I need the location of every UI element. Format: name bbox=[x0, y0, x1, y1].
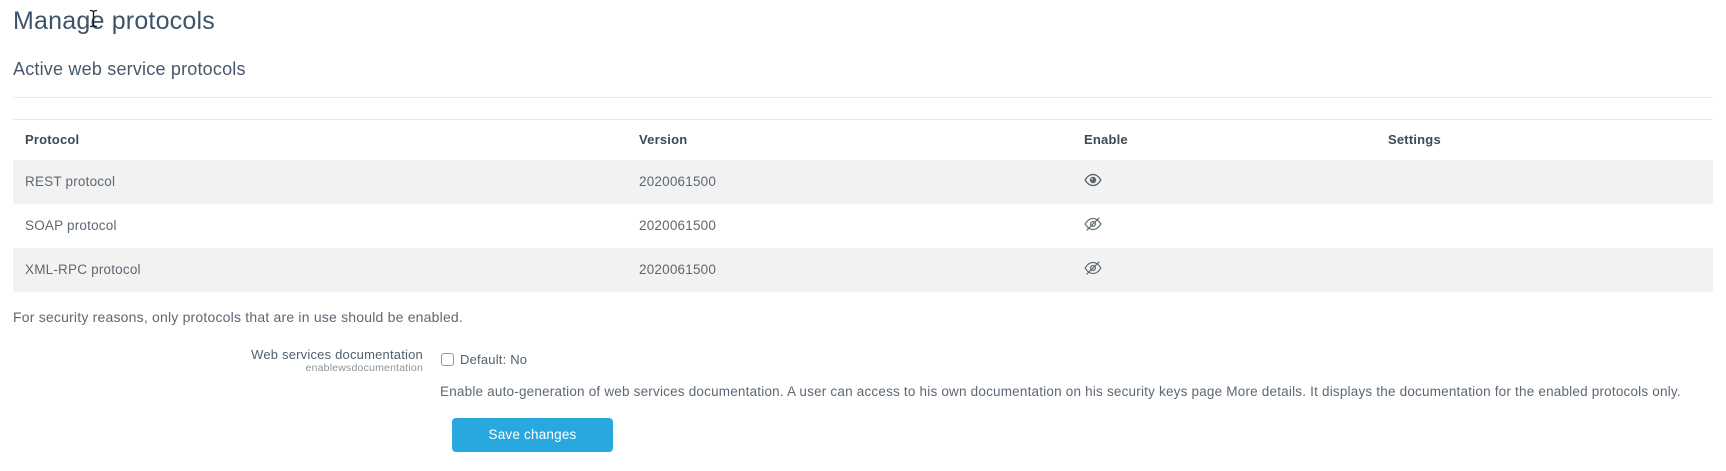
enable-cell bbox=[1072, 248, 1376, 292]
version-cell: 2020061500 bbox=[627, 160, 1072, 204]
version-cell: 2020061500 bbox=[627, 204, 1072, 248]
setting-label-column: Web services documentation enablewsdocum… bbox=[13, 347, 423, 452]
checkbox-line: Default: No bbox=[440, 352, 1681, 367]
eye-slash-icon[interactable] bbox=[1084, 216, 1102, 232]
table-row: REST protocol2020061500 bbox=[13, 160, 1713, 204]
enable-cell bbox=[1072, 160, 1376, 204]
settings-cell bbox=[1376, 248, 1713, 292]
section-divider bbox=[13, 97, 1713, 98]
column-header-protocol: Protocol bbox=[13, 120, 627, 160]
enable-cell bbox=[1072, 204, 1376, 248]
column-header-version: Version bbox=[627, 120, 1072, 160]
version-cell: 2020061500 bbox=[627, 248, 1072, 292]
settings-cell bbox=[1376, 160, 1713, 204]
protocols-table: Protocol Version Enable Settings REST pr… bbox=[13, 119, 1713, 292]
setting-control-column: Default: No Enable auto-generation of we… bbox=[440, 347, 1681, 452]
settings-cell bbox=[1376, 204, 1713, 248]
manage-protocols-page: Manage protocols Active web service prot… bbox=[0, 8, 1726, 452]
section-heading: Active web service protocols bbox=[13, 60, 1713, 79]
eye-icon[interactable] bbox=[1084, 172, 1102, 188]
protocol-cell: XML-RPC protocol bbox=[13, 248, 627, 292]
text-cursor-icon bbox=[88, 9, 99, 33]
setting-code: enablewsdocumentation bbox=[13, 362, 423, 375]
column-header-enable: Enable bbox=[1072, 120, 1376, 160]
table-row: SOAP protocol2020061500 bbox=[13, 204, 1713, 248]
security-note: For security reasons, only protocols tha… bbox=[13, 309, 1713, 325]
table-header: Protocol Version Enable Settings bbox=[13, 120, 1713, 160]
protocol-cell: REST protocol bbox=[13, 160, 627, 204]
checkbox-label[interactable]: Default: No bbox=[460, 352, 527, 367]
ws-documentation-setting: Web services documentation enablewsdocum… bbox=[13, 347, 1713, 452]
table-body: REST protocol2020061500SOAP protocol2020… bbox=[13, 160, 1713, 292]
save-changes-button[interactable]: Save changes bbox=[452, 418, 613, 452]
setting-label: Web services documentation bbox=[13, 347, 423, 362]
setting-description: Enable auto-generation of web services d… bbox=[440, 384, 1681, 399]
table-row: XML-RPC protocol2020061500 bbox=[13, 248, 1713, 292]
column-header-settings: Settings bbox=[1376, 120, 1713, 160]
eye-slash-icon[interactable] bbox=[1084, 260, 1102, 276]
protocol-cell: SOAP protocol bbox=[13, 204, 627, 248]
page-title: Manage protocols bbox=[13, 8, 1713, 35]
default-checkbox[interactable] bbox=[441, 353, 454, 366]
